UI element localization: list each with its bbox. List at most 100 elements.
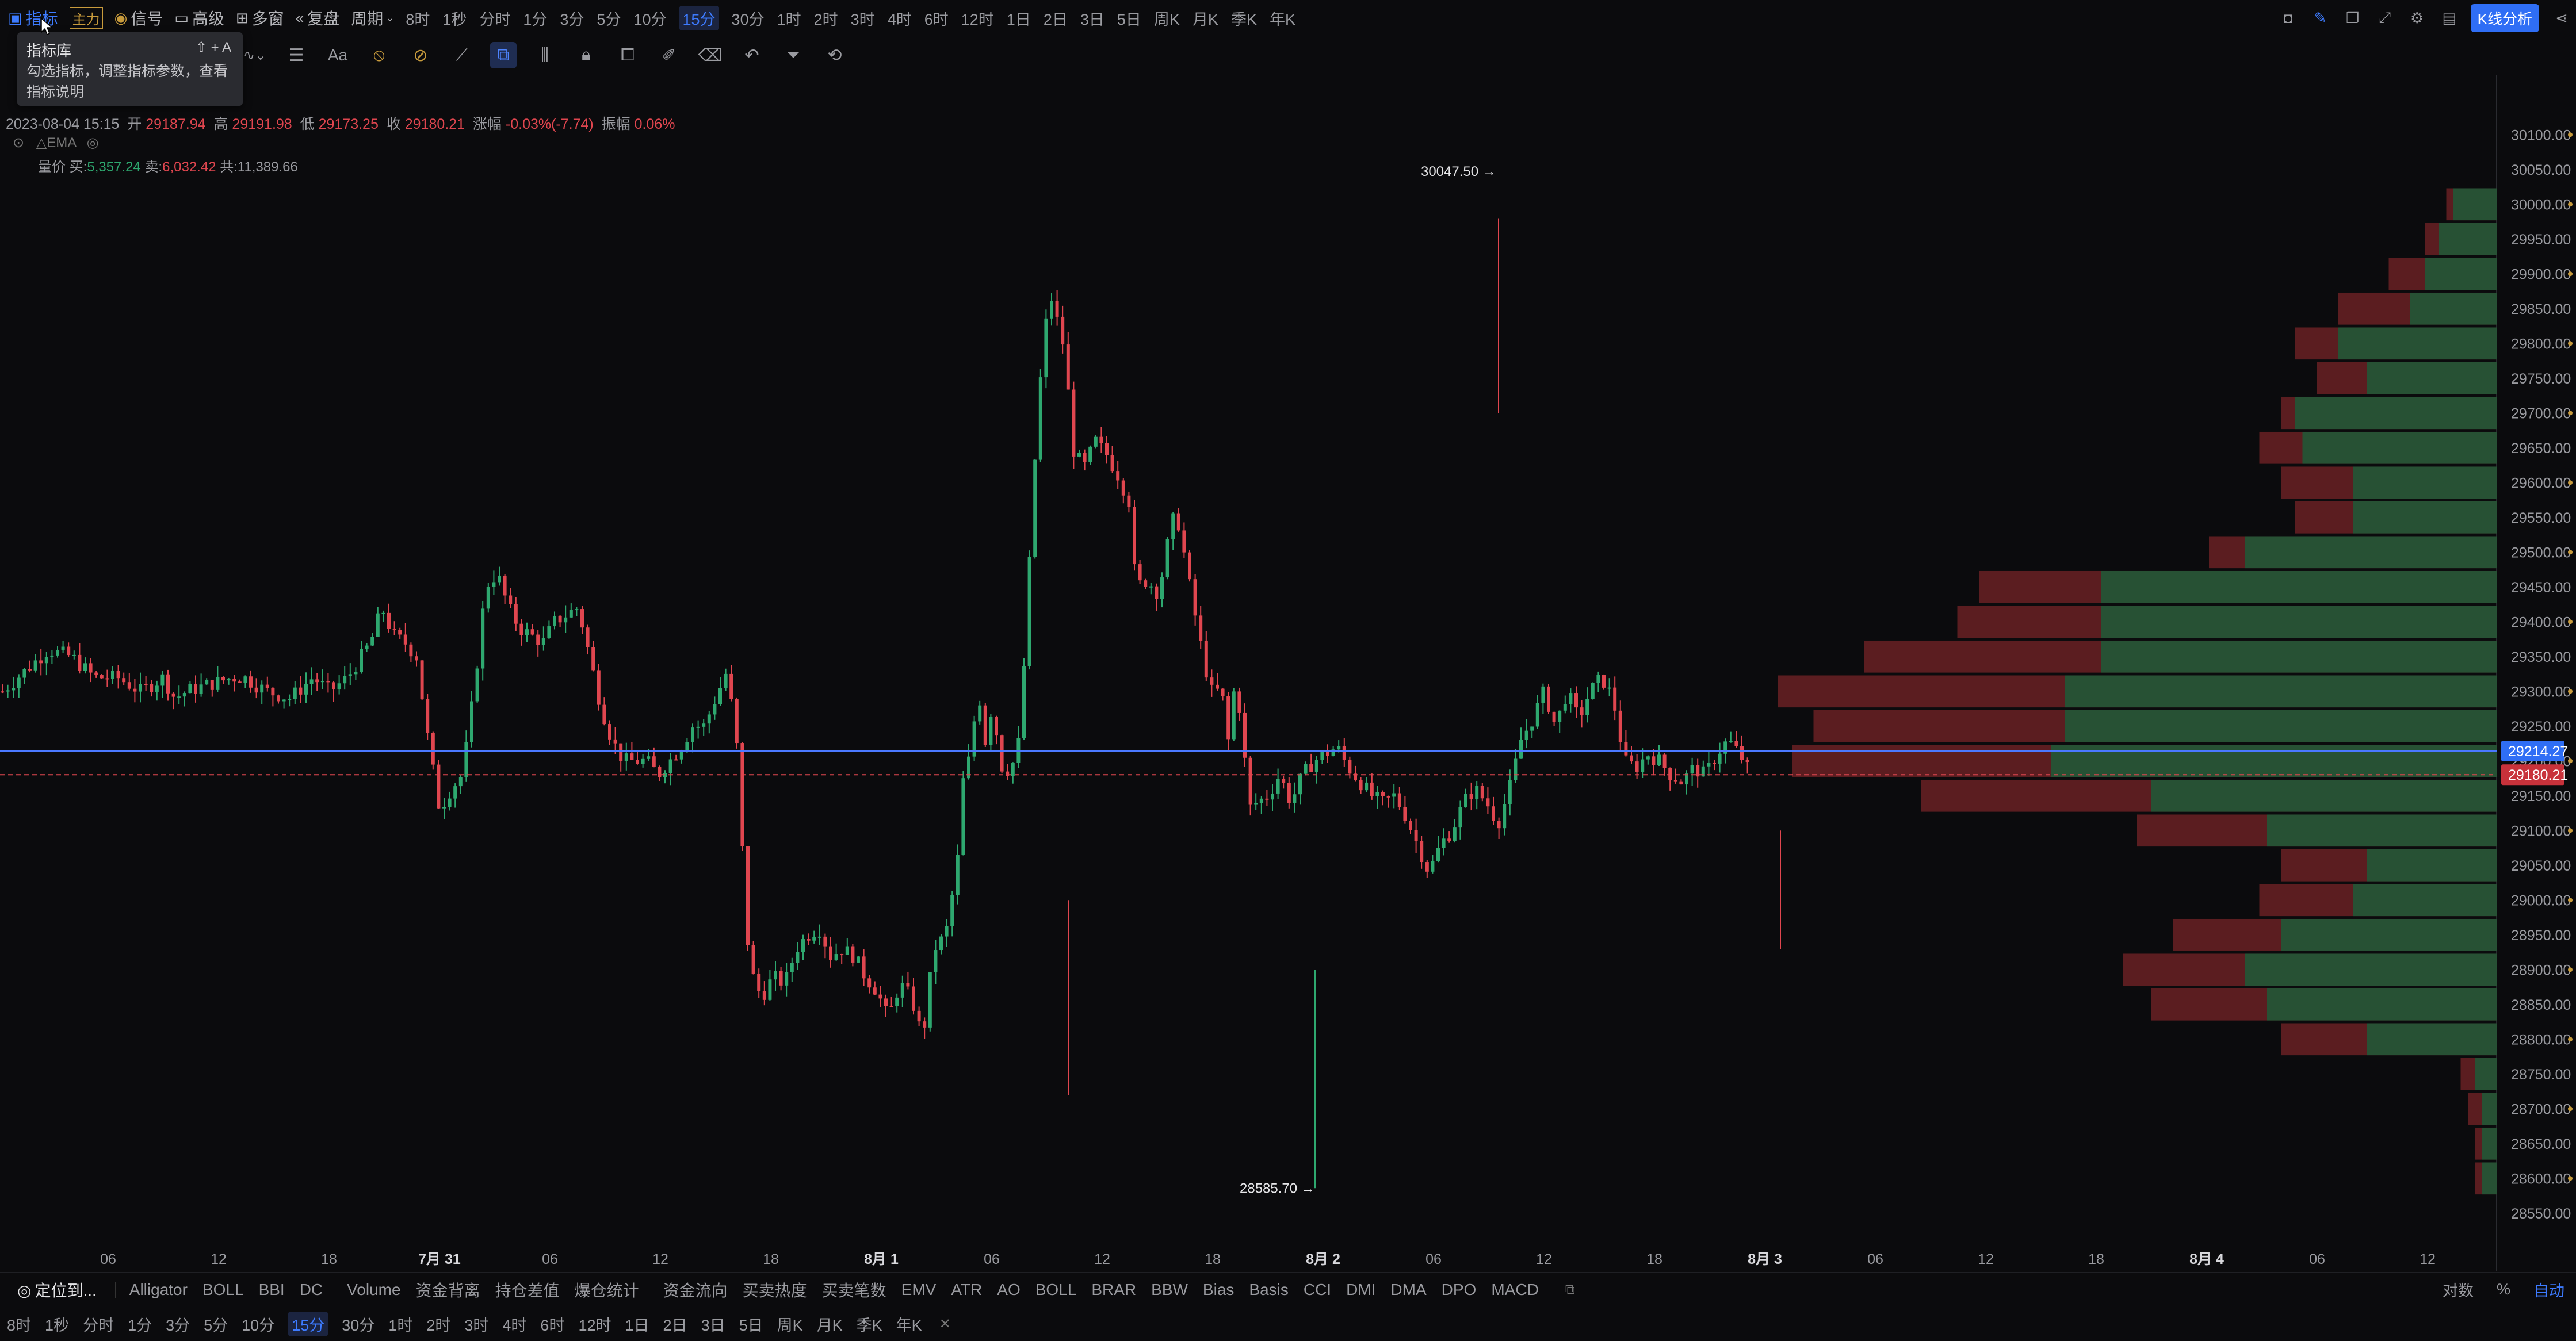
bottom-period-item-15[interactable]: 1日 [625,1313,649,1335]
period-item-6[interactable]: 10分 [633,7,666,29]
indicator-item-22[interactable]: DPO [1442,1281,1477,1299]
bottom-period-item-21[interactable]: 季K [857,1313,882,1335]
period-item-22[interactable]: 年K [1270,7,1295,29]
indicator-item-17[interactable]: Bias [1203,1281,1234,1299]
fullscreen-icon[interactable]: ⤢ [2375,8,2395,28]
bottom-period-item-8[interactable]: 30分 [342,1313,374,1335]
indicator-item-8[interactable]: 资金流向 [663,1278,728,1301]
bottom-period-item-7[interactable]: 15分 [288,1311,328,1336]
candlestick-chart[interactable]: 30100.00 30050.00 30000.00 29950.00 29900.00… [0,75,2576,1271]
locate-button[interactable]: ◎ 定位到... [17,1278,97,1301]
replay-button[interactable]: «复盘 [296,6,339,29]
bottom-period-item-6[interactable]: 10分 [242,1313,274,1335]
bottom-period-item-0[interactable]: 8时 [7,1313,31,1335]
bottom-period-item-3[interactable]: 1分 [128,1313,152,1335]
auto-scale-toggle[interactable]: 自动 [2533,1278,2564,1301]
period-item-20[interactable]: 月K [1193,7,1218,29]
indicator-item-3[interactable]: DC [300,1281,323,1299]
kline-analysis-button[interactable]: K线分析 [2470,3,2539,32]
period-dropdown[interactable]: 周期 ⌄ [351,6,394,29]
close-icon[interactable]: ✕ [939,1316,951,1332]
period-item-5[interactable]: 5分 [597,7,621,29]
bottom-period-item-16[interactable]: 2日 [663,1313,687,1335]
period-item-0[interactable]: 8时 [406,7,430,29]
period-item-18[interactable]: 5日 [1117,7,1141,29]
lines-tool-icon[interactable]: ☰ [283,42,309,68]
period-item-15[interactable]: 1日 [1007,7,1031,29]
period-item-9[interactable]: 1时 [777,7,801,29]
bottom-period-item-2[interactable]: 分时 [83,1313,114,1335]
indicator-item-1[interactable]: BOLL [202,1281,244,1299]
indicator-item-12[interactable]: ATR [951,1281,982,1299]
bottom-period-item-10[interactable]: 2时 [426,1313,450,1335]
indicator-item-19[interactable]: CCI [1304,1281,1331,1299]
bottom-period-item-12[interactable]: 4时 [502,1313,526,1335]
bottom-period-item-20[interactable]: 月K [817,1313,843,1335]
indicator-item-10[interactable]: 买卖笔数 [822,1278,886,1301]
bottom-period-item-4[interactable]: 3分 [166,1313,190,1335]
indicator-item-9[interactable]: 买卖热度 [743,1278,807,1301]
multiwindow-button[interactable]: ⊞ 多窗 [236,6,284,29]
sync-icon[interactable]: ⟲ [821,42,848,68]
bottom-period-item-18[interactable]: 5日 [739,1313,763,1335]
bottom-period-item-9[interactable]: 1时 [388,1313,412,1335]
indicator-item-20[interactable]: DMI [1346,1281,1375,1299]
indicator-item-7[interactable]: 爆仓统计 [575,1278,639,1301]
period-item-10[interactable]: 2时 [814,7,838,29]
draw-mode-icon[interactable]: ⧉ [490,42,517,68]
external-link-icon[interactable]: ⧉ [1565,1282,1575,1298]
indicator-item-4[interactable]: Volume [347,1281,400,1299]
share-icon[interactable]: ⋖ [2552,8,2571,28]
window-icon[interactable]: ❐ [2343,8,2363,28]
pen-icon[interactable]: ✎ [2311,8,2330,28]
indicator-item-23[interactable]: MACD [1491,1281,1538,1299]
log-scale-toggle[interactable]: 对数 [2443,1278,2474,1301]
period-item-8[interactable]: 30分 [732,7,765,29]
bottom-period-item-14[interactable]: 12时 [578,1313,611,1335]
indicator-item-11[interactable]: EMV [901,1281,937,1299]
bottom-period-item-17[interactable]: 3日 [701,1313,725,1335]
trash-icon[interactable]: ⌫ [697,42,724,68]
bottom-period-item-1[interactable]: 1秒 [45,1313,69,1335]
period-item-4[interactable]: 3分 [560,7,584,29]
pattern-icon[interactable]: ⫼ [532,42,558,68]
wave-tool-icon[interactable]: ∿⌄ [242,42,268,68]
period-item-17[interactable]: 3日 [1080,7,1104,29]
period-item-11[interactable]: 3时 [851,7,875,29]
period-item-13[interactable]: 6时 [924,7,949,29]
indicator-item-15[interactable]: BRAR [1091,1281,1136,1299]
undo-icon[interactable]: ↶ [739,42,765,68]
period-item-21[interactable]: 季K [1231,7,1257,29]
bottom-period-item-13[interactable]: 6时 [540,1313,564,1335]
period-item-2[interactable]: 分时 [479,7,510,29]
indicator-item-6[interactable]: 持仓差值 [495,1278,560,1301]
indicator-item-18[interactable]: Basis [1249,1281,1288,1299]
bottom-period-item-19[interactable]: 周K [777,1313,803,1335]
layout-icon[interactable]: ▤ [2440,8,2459,28]
filter-icon[interactable]: ⏷ [780,42,807,68]
main-force-button[interactable]: 主力 [69,7,103,29]
magnet-icon[interactable]: ⦸ [366,42,392,68]
indicator-item-14[interactable]: BOLL [1035,1281,1077,1299]
camera-icon[interactable]: ◘ [2279,8,2298,28]
copy-icon[interactable]: ⧠ [614,42,641,68]
indicator-item-2[interactable]: BBI [259,1281,285,1299]
gear-icon[interactable]: ⚙ [2407,8,2427,28]
indicator-item-0[interactable]: Alligator [129,1281,188,1299]
text-tool[interactable]: Aa [324,42,351,68]
signal-button[interactable]: ◉ 信号 [114,6,163,29]
price-axis[interactable] [2497,75,2576,1271]
period-item-3[interactable]: 1分 [523,7,547,29]
ruler-icon[interactable]: ⟋ [449,42,475,68]
strong-magnet-icon[interactable]: ⊘ [407,42,434,68]
lock-icon[interactable]: 🔒︎ [573,42,599,68]
bottom-period-item-22[interactable]: 年K [896,1313,922,1335]
advanced-button[interactable]: ▭ 高级 [174,6,224,29]
period-item-19[interactable]: 周K [1154,7,1180,29]
edit-icon[interactable]: ✐ [656,42,682,68]
percent-scale-toggle[interactable]: % [2497,1281,2510,1298]
bottom-period-item-11[interactable]: 3时 [464,1313,488,1335]
period-item-12[interactable]: 4时 [888,7,912,29]
period-item-1[interactable]: 1秒 [442,7,467,29]
indicator-item-5[interactable]: 资金背离 [416,1278,480,1301]
